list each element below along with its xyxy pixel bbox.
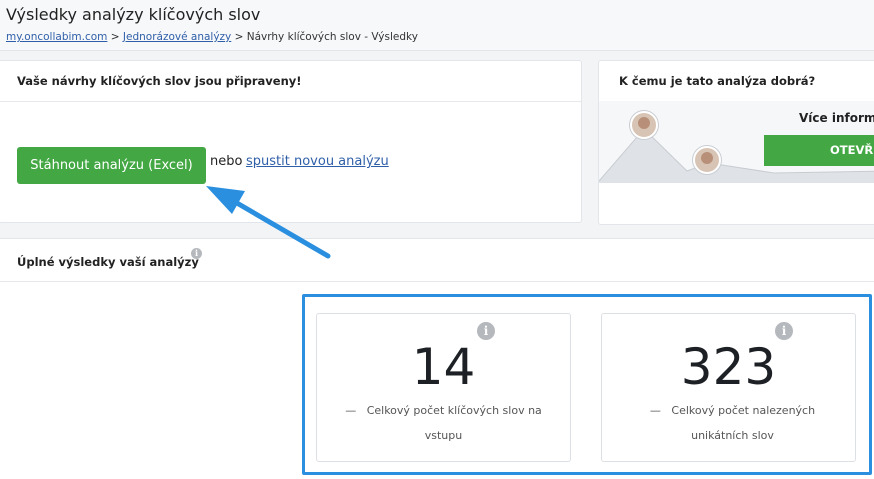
results-ready-card: Vaše návrhy klíčových slov jsou připrave…: [0, 60, 582, 223]
help-card: K čemu je tato analýza dobrá? Více infor…: [598, 60, 874, 225]
stat-value: 14: [411, 338, 476, 396]
stat-card-input-keywords: i 14 — Celkový počet klíčových slov na v…: [316, 313, 571, 462]
stat-card-unique-keywords: i 323 — Celkový počet nalezených unikátn…: [601, 313, 856, 462]
breadcrumb-parent-link[interactable]: Jednorázové analýzy: [123, 31, 231, 43]
info-icon[interactable]: i: [191, 248, 202, 259]
section-header: Úplné výsledky vaší analýzy i: [0, 239, 874, 282]
page-header: Výsledky analýzy klíčových slov my.oncol…: [0, 0, 874, 51]
or-text: nebo: [210, 154, 243, 169]
stat-label: — Celkový počet nalezených unikátních sl…: [620, 398, 845, 448]
dash: —: [649, 404, 661, 417]
stat-label-text: Celkový počet nalezených unikátních slov: [671, 404, 816, 442]
breadcrumb-current: Návrhy klíčových slov - Výsledky: [246, 31, 418, 43]
avatar: [630, 111, 658, 139]
help-video-preview[interactable]: Více informa OTEVŘ: [599, 101, 874, 183]
breadcrumb: my.oncollabim.com > Jednorázové analýzy …: [6, 31, 418, 43]
open-button[interactable]: OTEVŘ: [764, 135, 874, 166]
section-title: Úplné výsledky vaší analýzy: [17, 255, 199, 269]
card-title: Vaše návrhy klíčových slov jsou připrave…: [17, 74, 302, 88]
dash: —: [345, 404, 357, 417]
download-excel-button[interactable]: Stáhnout analýzu (Excel): [17, 147, 206, 184]
breadcrumb-home-link[interactable]: my.oncollabim.com: [6, 31, 107, 43]
card-header: K čemu je tato analýza dobrá?: [599, 61, 874, 102]
breadcrumb-separator: >: [107, 31, 123, 43]
card-header: Vaše návrhy klíčových slov jsou připrave…: [0, 61, 581, 102]
breadcrumb-separator: >: [231, 31, 247, 43]
card-title: K čemu je tato analýza dobrá?: [619, 74, 816, 88]
page-title: Výsledky analýzy klíčových slov: [6, 5, 261, 24]
more-info-text: Více informa: [799, 111, 874, 125]
stat-label-text: Celkový počet klíčových slov na vstupu: [366, 404, 542, 442]
avatar: [693, 146, 721, 174]
stat-value: 323: [680, 338, 777, 396]
new-analysis-link[interactable]: spustit novou analýzu: [246, 154, 389, 169]
stat-label: — Celkový počet klíčových slov na vstupu: [333, 398, 554, 448]
